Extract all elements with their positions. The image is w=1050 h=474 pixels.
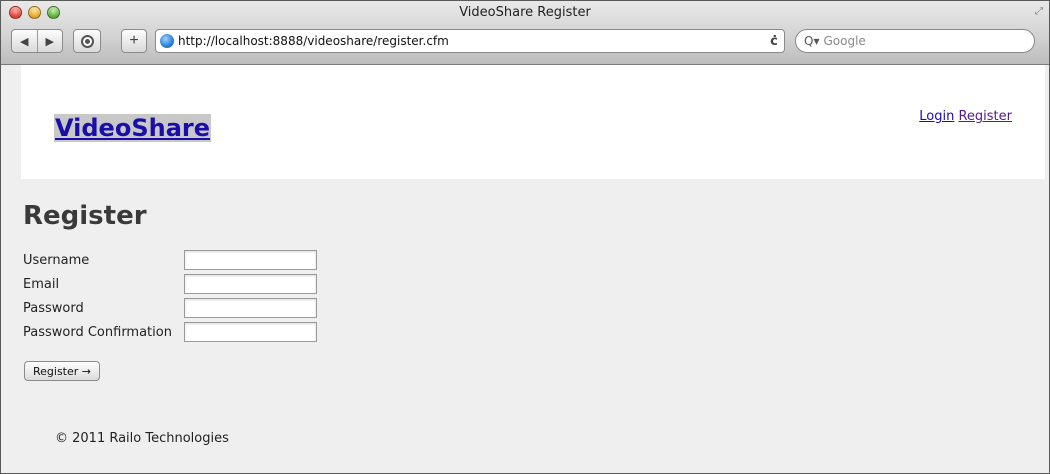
password-label: Password (23, 300, 84, 316)
reader-button[interactable] (73, 29, 101, 53)
form-row-password: Password (23, 296, 317, 320)
register-form: Username Email Password Password Confirm… (23, 248, 317, 344)
username-label: Username (23, 252, 90, 268)
password-input[interactable] (184, 298, 317, 318)
add-bookmark-button[interactable]: + (121, 29, 147, 53)
form-row-email: Email (23, 272, 317, 296)
globe-icon (160, 34, 174, 48)
url-text[interactable]: http://localhost:8888/videoshare/registe… (178, 34, 764, 48)
login-link[interactable]: Login (919, 109, 954, 124)
address-bar[interactable]: http://localhost:8888/videoshare/registe… (155, 29, 785, 53)
site-nav: Login Register (919, 109, 1012, 124)
site-header: VideoShare Login Register (21, 65, 1045, 179)
back-forward-group: ◀ ▶ (11, 29, 63, 53)
search-icon: Q▾ (804, 34, 820, 48)
back-button[interactable]: ◀ (12, 35, 37, 48)
browser-window: VideoShare Register ⤢ ◀ ▶ + http://local… (0, 0, 1050, 474)
form-row-username: Username (23, 248, 317, 272)
password-confirmation-label: Password Confirmation (23, 324, 172, 340)
register-link[interactable]: Register (958, 109, 1012, 124)
window-title: VideoShare Register (459, 5, 591, 20)
password-confirmation-input[interactable] (184, 322, 317, 342)
register-submit-button[interactable]: Register → (24, 361, 101, 381)
reader-icon (80, 34, 94, 48)
site-logo-link[interactable]: VideoShare (54, 114, 212, 142)
email-label: Email (23, 276, 60, 292)
page-title: Register (23, 201, 147, 231)
email-input[interactable] (184, 274, 317, 294)
browser-chrome: VideoShare Register ⤢ ◀ ▶ + http://local… (1, 1, 1049, 65)
page-footer: © 2011 Railo Technologies (55, 431, 229, 446)
fullscreen-icon[interactable]: ⤢ (1035, 6, 1043, 17)
reload-icon[interactable]: ċ (764, 34, 784, 49)
search-field[interactable]: Q▾ Google (795, 29, 1035, 53)
page-viewport: VideoShare Login Register Register Usern… (1, 65, 1049, 473)
forward-button[interactable]: ▶ (37, 35, 62, 48)
form-row-password-confirmation: Password Confirmation (23, 320, 317, 344)
search-placeholder: Google (823, 34, 866, 48)
username-input[interactable] (184, 250, 317, 270)
toolbar: ◀ ▶ + http://localhost:8888/videoshare/r… (9, 29, 1041, 53)
